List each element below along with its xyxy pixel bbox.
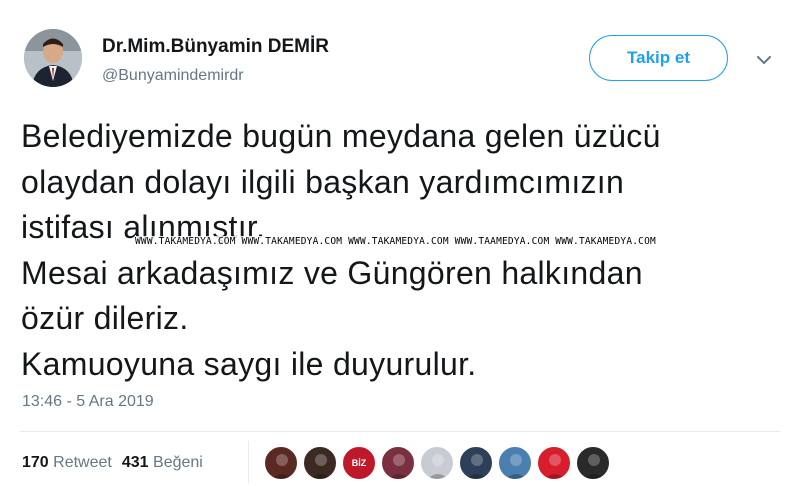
person-silhouette-icon bbox=[505, 454, 527, 479]
divider bbox=[20, 431, 780, 432]
tweet-text: Belediyemizde bugün meydana gelen üzücü … bbox=[21, 114, 781, 387]
tweet-line: Kamuoyuna saygı ile duyurulur. bbox=[21, 345, 477, 382]
user-handle[interactable]: @Bunyamindemirdr bbox=[102, 67, 244, 85]
tweet-line: Belediyemizde bugün meydana gelen üzücü bbox=[21, 118, 661, 154]
profile-photo-icon bbox=[24, 29, 82, 87]
person-silhouette-icon bbox=[388, 454, 410, 479]
retweet-count[interactable]: 170 Retweet bbox=[22, 454, 112, 471]
liker-avatars: BİZ bbox=[264, 446, 615, 480]
person-silhouette-icon bbox=[310, 454, 332, 479]
liker-avatar-5[interactable] bbox=[420, 446, 454, 480]
display-name[interactable]: Dr.Mim.Bünyamin DEMİR bbox=[102, 36, 329, 58]
person-silhouette-icon bbox=[544, 454, 566, 479]
tweet-line: olaydan dolayı ilgili başkan yardımcımız… bbox=[21, 163, 625, 200]
liker-avatar-3[interactable]: BİZ bbox=[342, 446, 376, 480]
like-count[interactable]: 431 Beğeni bbox=[122, 454, 203, 471]
liker-avatar-7[interactable] bbox=[498, 446, 532, 480]
liker-avatar-4[interactable] bbox=[381, 446, 415, 480]
person-silhouette-icon bbox=[427, 454, 449, 479]
stats-divider bbox=[248, 441, 249, 483]
person-silhouette-icon bbox=[466, 454, 488, 479]
profile-avatar[interactable] bbox=[24, 29, 82, 87]
follow-button[interactable]: Takip et bbox=[589, 35, 728, 81]
like-label: Beğeni bbox=[153, 454, 203, 471]
watermark-strip: WWW.TAKAMEDYA.COM WWW.TAKAMEDYA.COM WWW.… bbox=[135, 236, 656, 247]
like-count-value: 431 bbox=[121, 454, 149, 471]
liker-avatar-9[interactable] bbox=[576, 446, 610, 480]
chevron-down-icon[interactable] bbox=[752, 50, 776, 70]
retweet-label: Retweet bbox=[53, 454, 112, 471]
tweet-stats: 170 Retweet 431 Beğeni bbox=[22, 454, 203, 472]
tweet-line: Mesai arkadaşımız ve Güngören halkından bbox=[21, 254, 643, 291]
tweet-timestamp[interactable]: 13:46 - 5 Ara 2019 bbox=[22, 393, 154, 411]
liker-avatar-1[interactable] bbox=[264, 446, 298, 480]
retweet-count-value: 170 bbox=[22, 454, 49, 471]
tweet-line: özür dileriz. bbox=[21, 300, 189, 336]
liker-avatar-8[interactable] bbox=[537, 446, 571, 480]
liker-avatar-text: BİZ bbox=[351, 458, 367, 468]
liker-avatar-6[interactable] bbox=[459, 446, 493, 480]
person-silhouette-icon bbox=[583, 454, 605, 479]
liker-avatar-2[interactable] bbox=[303, 446, 337, 480]
person-silhouette-icon bbox=[271, 454, 293, 479]
